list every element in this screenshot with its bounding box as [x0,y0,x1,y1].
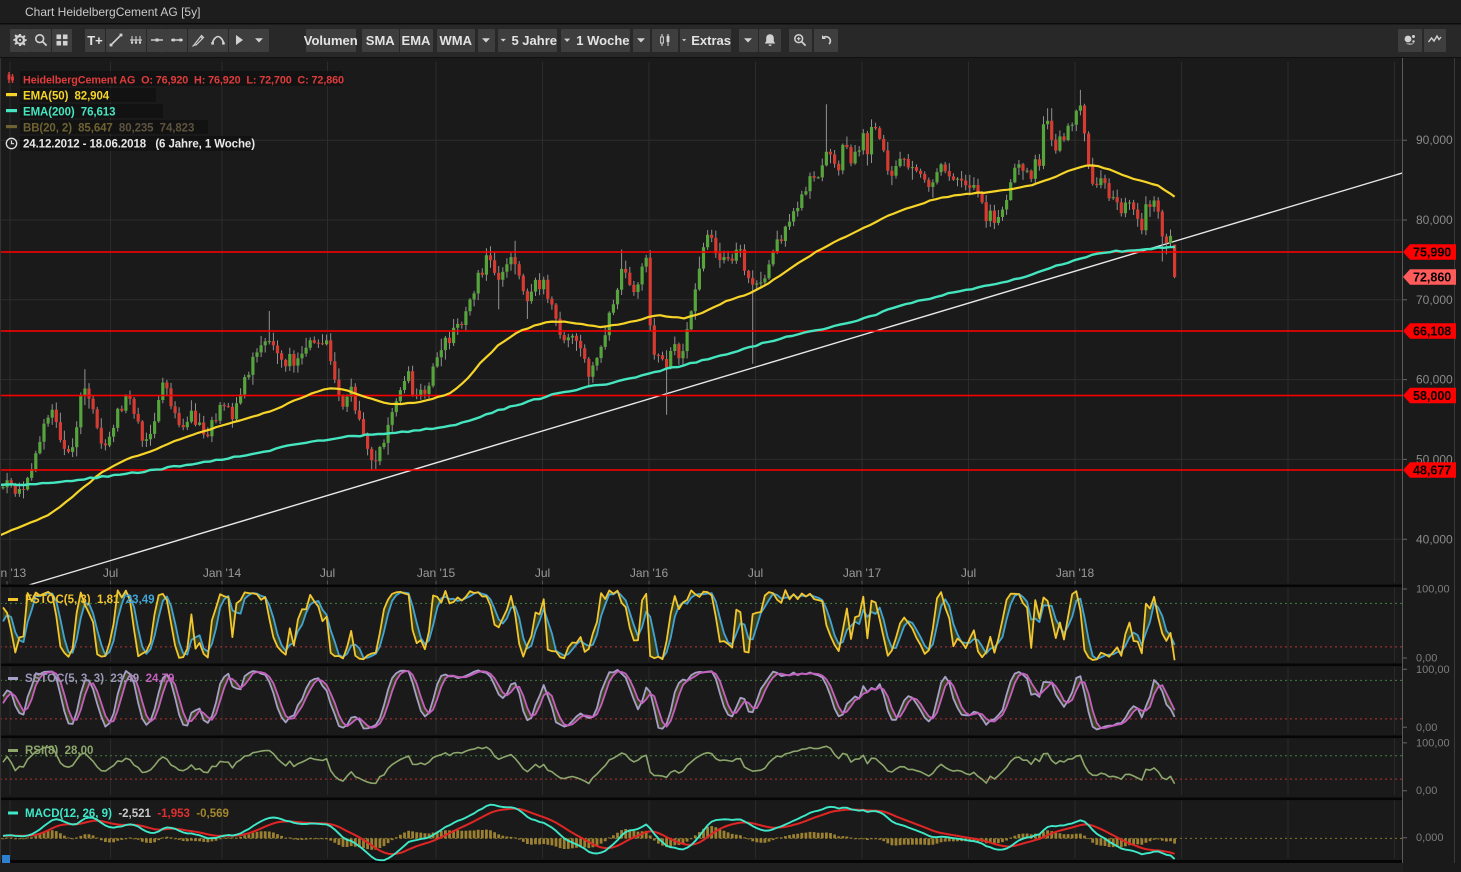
svg-text:Jul: Jul [103,566,118,580]
svg-text:100,00: 100,00 [1416,737,1450,749]
svg-text:SSTOC(5, 3, 3) 23,49 24,79: SSTOC(5, 3, 3) 23,49 24,79 [25,673,174,685]
svg-text:58,000: 58,000 [1413,389,1451,403]
svg-text:24.12.2012 - 18.06.2018 (6 J: 24.12.2012 - 18.06.2018 (6 Jahre, 1 Woch… [23,139,255,151]
svg-text:100,00: 100,00 [1416,584,1450,596]
svg-text:Jul: Jul [961,566,976,580]
svg-text:75,990: 75,990 [1413,246,1451,260]
svg-text:0,00: 0,00 [1416,722,1437,734]
svg-text:RSI(8) 28,00: RSI(8) 28,00 [25,745,93,757]
svg-text:0,000: 0,000 [1416,832,1444,844]
svg-text:Jul: Jul [535,566,550,580]
svg-text:FSTOC(5, 3) 1,81 23,49: FSTOC(5, 3) 1,81 23,49 [25,594,155,606]
svg-text:0,00: 0,00 [1416,653,1437,665]
svg-text:72,860: 72,860 [1413,271,1451,285]
svg-text:HeidelbergCement AG O: 76,920: HeidelbergCement AG O: 76,920 H: 76,920 … [23,75,344,87]
svg-text:MACD(12, 26, 9) -2,521 -1,95: MACD(12, 26, 9) -2,521 -1,953 -0,569 [25,808,229,820]
svg-text:Jan '18: Jan '18 [1056,566,1095,580]
svg-text:Jul: Jul [320,566,335,580]
svg-text:EMA(200) 76,613: EMA(200) 76,613 [23,107,115,119]
svg-text:Jul: Jul [748,566,763,580]
svg-text:Jan '17: Jan '17 [843,566,882,580]
svg-text:Jan '16: Jan '16 [630,566,669,580]
svg-text:Jan '14: Jan '14 [203,566,242,580]
svg-text:60,000: 60,000 [1416,373,1453,387]
svg-text:70,000: 70,000 [1416,293,1453,307]
svg-text:Jan '15: Jan '15 [417,566,456,580]
svg-text:Jan '13: Jan '13 [0,566,26,580]
svg-text:48,677: 48,677 [1413,464,1451,478]
svg-text:100,00: 100,00 [1416,664,1450,676]
svg-text:80,000: 80,000 [1416,213,1453,227]
svg-text:EMA(50) 82,904: EMA(50) 82,904 [23,91,110,103]
svg-text:90,000: 90,000 [1416,133,1453,147]
svg-text:40,000: 40,000 [1416,532,1453,546]
svg-text:BB(20, 2) 85,647 80,235 74,: BB(20, 2) 85,647 80,235 74,823 [23,123,194,135]
svg-text:0,00: 0,00 [1416,785,1437,797]
svg-text:66,108: 66,108 [1413,325,1451,339]
